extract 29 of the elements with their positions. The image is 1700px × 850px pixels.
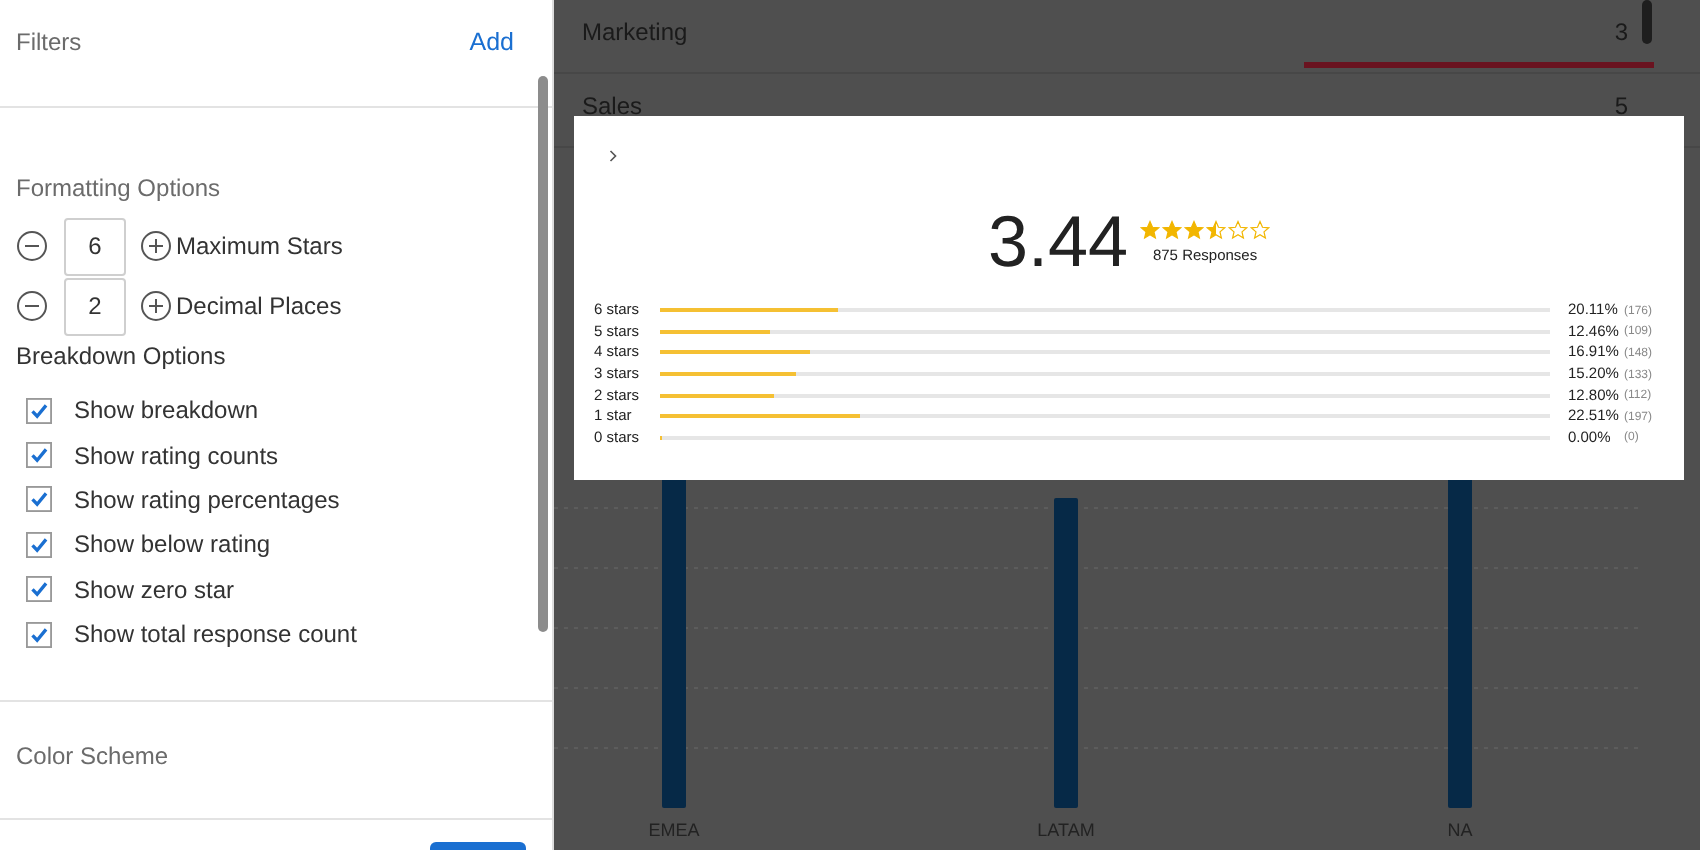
option-label: Show rating counts	[74, 441, 279, 470]
number-field[interactable]: 2	[64, 277, 126, 335]
minus-icon[interactable]	[16, 230, 48, 262]
scrollbar[interactable]	[1642, 0, 1652, 44]
checkbox[interactable]	[26, 397, 52, 424]
option-label: Show total response count	[74, 620, 357, 649]
add-link[interactable]: Add	[469, 28, 514, 56]
plus-icon[interactable]	[140, 290, 172, 322]
color-scheme-heading: Color Scheme	[16, 742, 171, 771]
filters-heading: Filters	[16, 28, 82, 56]
breakdown-options-heading: Breakdown Options	[16, 342, 228, 370]
checkbox[interactable]	[26, 486, 52, 513]
checkbox[interactable]	[26, 442, 52, 469]
scrollbar[interactable]	[538, 76, 548, 632]
formatting-options-heading: Formatting Options	[16, 174, 223, 202]
checkbox[interactable]	[26, 576, 52, 603]
option-label: Show below rating	[74, 530, 271, 559]
stepper-label: Maximum Stars	[176, 232, 343, 260]
average-score: 3.44	[987, 206, 1129, 278]
minus-icon[interactable]	[16, 290, 48, 322]
option-label: Show breakdown	[74, 396, 259, 425]
plus-icon[interactable]	[140, 230, 172, 262]
stepper-label: Decimal Places	[176, 292, 342, 320]
number-field[interactable]: 6	[64, 217, 126, 275]
option-label: Show zero star	[74, 575, 235, 604]
chevron-icon[interactable]	[608, 148, 618, 164]
checkbox[interactable]	[26, 531, 52, 558]
checkbox[interactable]	[26, 621, 52, 648]
option-label: Show rating percentages	[74, 485, 340, 514]
